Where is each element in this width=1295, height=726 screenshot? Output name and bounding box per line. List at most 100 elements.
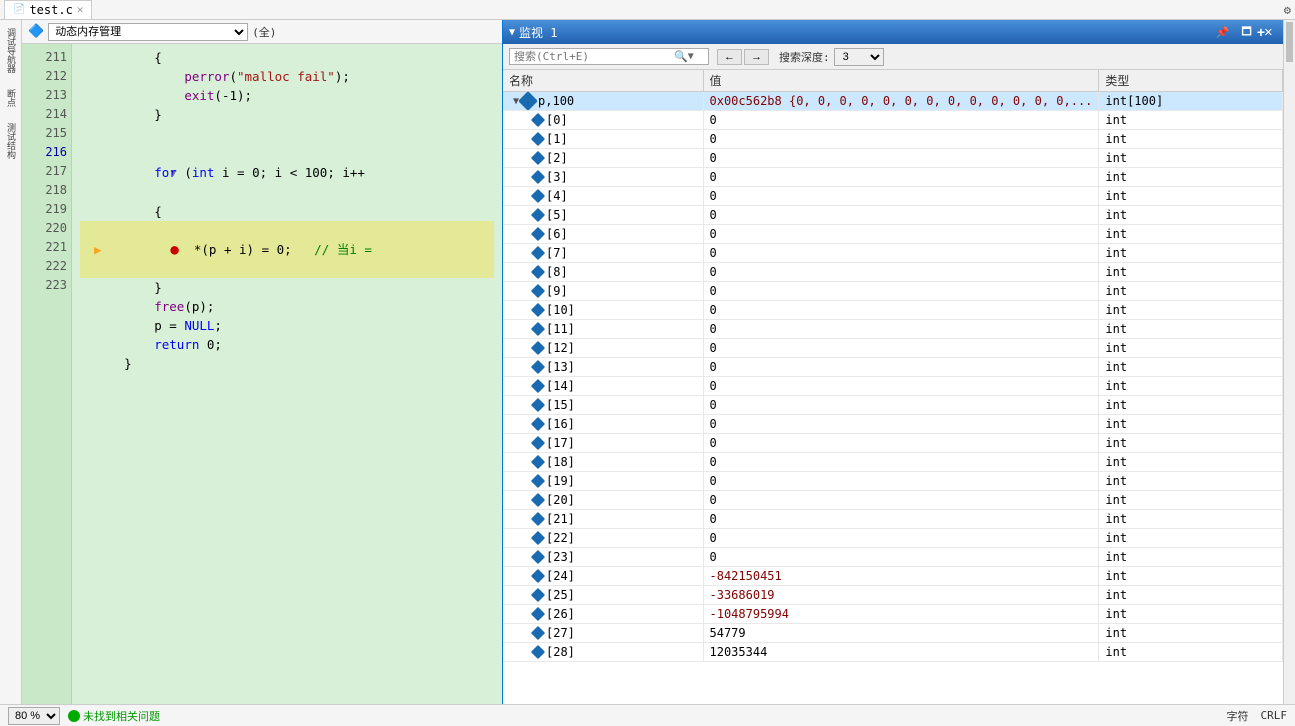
item-icon-child xyxy=(531,208,545,222)
watch-row[interactable]: [16]0int xyxy=(503,415,1283,434)
watch-row[interactable]: [10]0int xyxy=(503,301,1283,320)
watch-row[interactable]: [8]0int xyxy=(503,263,1283,282)
bottom-bar: 80 % 未找到相关问题 字符 CRLF xyxy=(0,704,1295,726)
indicator-217 xyxy=(80,202,94,221)
watch-row[interactable]: [17]0int xyxy=(503,434,1283,453)
item-icon-child xyxy=(531,607,545,621)
watch-cell-type: int xyxy=(1099,586,1283,605)
item-icon-child xyxy=(531,436,545,450)
watch-row[interactable]: [13]0int xyxy=(503,358,1283,377)
ln-223: 223 xyxy=(26,276,67,295)
encoding-label: 字符 xyxy=(1227,708,1249,724)
item-icon-child xyxy=(531,246,545,260)
right-scrollbar[interactable] xyxy=(1283,20,1295,704)
watch-row[interactable]: [26]-1048795994int xyxy=(503,605,1283,624)
watch-row[interactable]: [24]-842150451int xyxy=(503,567,1283,586)
depth-label: 搜索深度: xyxy=(779,49,830,65)
settings-icon[interactable]: ⚙ xyxy=(1284,3,1291,17)
watch-add-btn[interactable]: + xyxy=(1253,23,1269,41)
search-next-btn[interactable]: → xyxy=(744,49,769,65)
watch-type-p100: int[100] xyxy=(1099,92,1283,111)
search-box[interactable]: 🔍 ▼ xyxy=(509,48,709,65)
watch-row[interactable]: [19]0int xyxy=(503,472,1283,491)
watch-row[interactable]: [28]12035344int xyxy=(503,643,1283,662)
watch-cell-value: 0 xyxy=(703,358,1099,377)
watch-row[interactable]: [11]0int xyxy=(503,320,1283,339)
indicator-213 xyxy=(80,86,94,105)
watch-cell-type: int xyxy=(1099,187,1283,206)
watch-row[interactable]: [9]0int xyxy=(503,282,1283,301)
watch-cell-name: [2] xyxy=(503,149,703,168)
code-content[interactable]: { perror("malloc fail"); exit(-1); xyxy=(72,44,502,704)
watch-cell-value: 0 xyxy=(703,529,1099,548)
watch-cell-value: 0 xyxy=(703,548,1099,567)
watch-row[interactable]: [3]0int xyxy=(503,168,1283,187)
function-dropdown[interactable]: 动态内存管理动态内存管理 xyxy=(48,23,248,41)
watch-row[interactable]: [20]0int xyxy=(503,491,1283,510)
watch-row[interactable]: [7]0int xyxy=(503,244,1283,263)
code-line-222: return 0; xyxy=(80,335,494,354)
watch-row[interactable]: [22]0int xyxy=(503,529,1283,548)
sidebar-breakpoints-icon[interactable]: 断点 xyxy=(2,85,19,111)
watch-cell-type: int xyxy=(1099,434,1283,453)
watch-cell-name: [12] xyxy=(503,339,703,358)
search-input[interactable] xyxy=(514,50,674,63)
item-icon-child xyxy=(531,341,545,355)
watch-row[interactable]: [21]0int xyxy=(503,510,1283,529)
code-line-220: free(p); xyxy=(80,297,494,316)
watch-row[interactable]: [12]0int xyxy=(503,339,1283,358)
watch-toolbar: 🔍 ▼ ← → 搜索深度: 3 1 2 4 5 xyxy=(503,44,1283,70)
watch-row[interactable]: [1]0int xyxy=(503,130,1283,149)
watch-row[interactable]: [18]0int xyxy=(503,453,1283,472)
sidebar-test-icon[interactable]: 测试结构 xyxy=(2,119,19,163)
watch-cell-name: [9] xyxy=(503,282,703,301)
item-icon-child xyxy=(531,170,545,184)
watch-row[interactable]: [15]0int xyxy=(503,396,1283,415)
status-indicator: 未找到相关问题 xyxy=(68,708,160,724)
watch-row[interactable]: [14]0int xyxy=(503,377,1283,396)
watch-cell-type: int xyxy=(1099,168,1283,187)
item-icon-child xyxy=(531,189,545,203)
sidebar-debug-nav-icon[interactable]: 调试导航器 xyxy=(2,24,19,77)
watch-cell-type: int xyxy=(1099,529,1283,548)
watch-row[interactable]: [5]0int xyxy=(503,206,1283,225)
code-line-219: } xyxy=(80,278,494,297)
ln-222: 222 xyxy=(26,257,67,276)
watch-row-p100[interactable]: ▼ p,100 0x00c562b8 {0, 0, 0, 0, 0, 0, 0,… xyxy=(503,92,1283,111)
item-icon-child xyxy=(531,284,545,298)
watch-cell-type: int xyxy=(1099,130,1283,149)
watch-panel: ▼ 监视 1 📌 🗖 ✕ + 🔍 ▼ ← → 搜索深度: 3 1 2 4 xyxy=(502,20,1283,704)
indicator-212 xyxy=(80,67,94,86)
item-icon-p100 xyxy=(518,91,538,111)
watch-row[interactable]: [25]-33686019int xyxy=(503,586,1283,605)
search-dropdown-icon[interactable]: ▼ xyxy=(688,51,694,62)
watch-row[interactable]: [23]0int xyxy=(503,548,1283,567)
watch-cell-type: int xyxy=(1099,339,1283,358)
indicator-219 xyxy=(80,278,94,297)
watch-cell-name: [25] xyxy=(503,586,703,605)
watch-table-container[interactable]: 名称 值 类型 ▼ p,100 xyxy=(503,70,1283,704)
watch-row[interactable]: [27]54779int xyxy=(503,624,1283,643)
item-icon-child xyxy=(531,550,545,564)
watch-cell-name: [4] xyxy=(503,187,703,206)
watch-cell-name: [16] xyxy=(503,415,703,434)
watch-cell-type: int xyxy=(1099,643,1283,662)
code-line-215 xyxy=(80,124,494,143)
item-icon-child xyxy=(531,379,545,393)
file-tab[interactable]: 📄 test.c ✕ xyxy=(4,0,92,20)
watch-row[interactable]: [0]0int xyxy=(503,111,1283,130)
zoom-select[interactable]: 80 % xyxy=(8,707,60,725)
watch-cell-value: 12035344 xyxy=(703,643,1099,662)
watch-cell-type: int xyxy=(1099,624,1283,643)
watch-title: 监视 1 xyxy=(519,24,1208,41)
watch-row[interactable]: [2]0int xyxy=(503,149,1283,168)
watch-pin-btn[interactable]: 📌 xyxy=(1212,25,1234,40)
watch-cell-value: -33686019 xyxy=(703,586,1099,605)
scrollbar-thumb[interactable] xyxy=(1286,22,1293,62)
watch-cell-type: int xyxy=(1099,358,1283,377)
search-prev-btn[interactable]: ← xyxy=(717,49,742,65)
ln-211: 211 xyxy=(26,48,67,67)
depth-select[interactable]: 3 1 2 4 5 xyxy=(834,48,884,66)
watch-row[interactable]: [6]0int xyxy=(503,225,1283,244)
watch-row[interactable]: [4]0int xyxy=(503,187,1283,206)
